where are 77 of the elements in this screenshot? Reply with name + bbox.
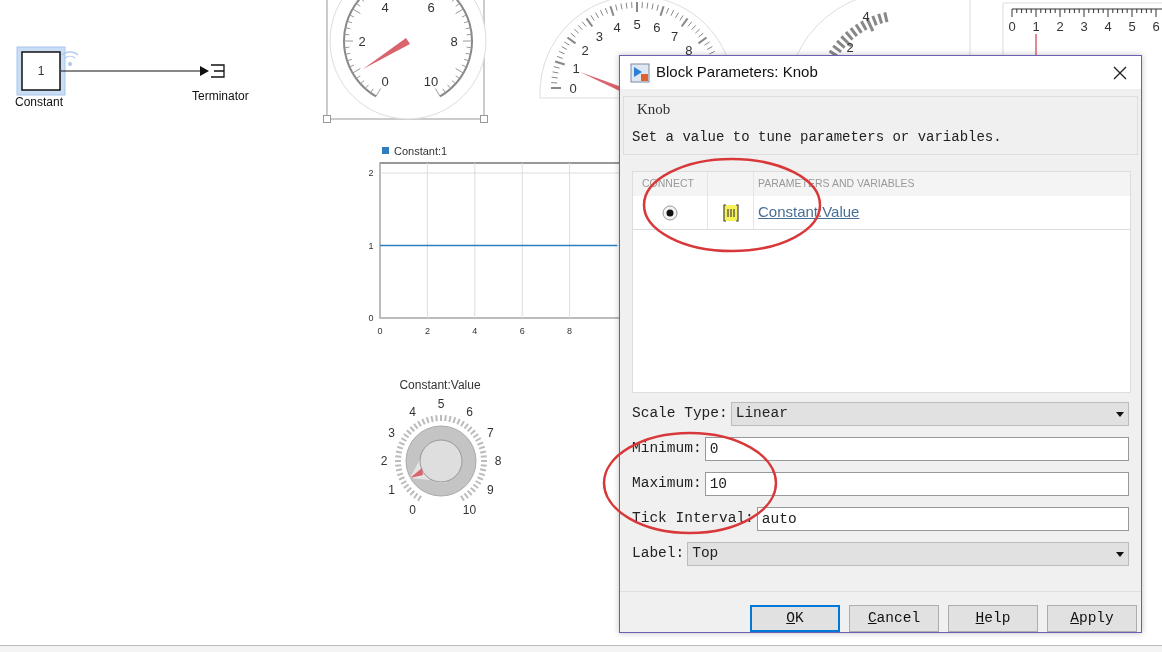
- legend-label: Constant:1: [394, 145, 448, 157]
- gauge-label: 2: [581, 43, 589, 59]
- axis-tick-label: 2: [368, 168, 374, 178]
- block-value: 1: [37, 64, 45, 78]
- gauge-label: 4: [381, 0, 389, 15]
- field-label: Maximum:: [632, 474, 702, 494]
- axis-tick-label: 8: [567, 326, 573, 336]
- gauge-label: 4: [862, 9, 870, 24]
- block-label: Terminator: [192, 88, 249, 105]
- gauge-label: 6: [1152, 19, 1160, 34]
- knob-label: 10: [462, 503, 477, 518]
- field-label: Scale Type:: [632, 404, 728, 424]
- knob-label: 2: [380, 454, 388, 468]
- knob-label: 3: [388, 425, 395, 440]
- field-label: Tick Interval:: [632, 509, 754, 529]
- input-field[interactable]: 10: [704, 472, 1129, 496]
- axis-tick-label: 2: [424, 326, 430, 336]
- gauge-label: 4: [1104, 19, 1112, 34]
- legend-swatch: [382, 147, 389, 154]
- gauge-label: 7: [671, 29, 679, 45]
- knob-label: 0: [409, 503, 416, 518]
- gauge-label: 0: [569, 81, 577, 96]
- terminator-block[interactable]: [210, 64, 225, 78]
- gauge-needle: [1035, 33, 1037, 57]
- gauge-label: 10: [423, 73, 439, 89]
- knob-label: 5: [437, 397, 445, 411]
- dropdown-arrow-icon: [1116, 411, 1124, 417]
- group-label: Knob: [636, 100, 671, 120]
- dialog-button[interactable]: Apply: [1047, 605, 1137, 632]
- gauge-label: 0: [381, 73, 389, 89]
- field-label: Minimum:: [632, 439, 702, 459]
- block-label: Constant: [15, 94, 64, 111]
- input-field[interactable]: auto: [756, 507, 1129, 531]
- input-field[interactable]: 0: [704, 437, 1129, 461]
- constant-block[interactable]: [16, 46, 66, 96]
- gauge-label: 3: [1080, 19, 1088, 34]
- knob-label: 7: [487, 425, 494, 440]
- axis-tick-label: 6: [519, 326, 525, 336]
- gauge-label: 8: [450, 34, 458, 49]
- gauge-label: 2: [1056, 19, 1064, 34]
- gauge-label: 2: [358, 34, 366, 49]
- axis-tick-label: 0: [377, 326, 383, 336]
- dropdown-arrow-icon: [1116, 551, 1124, 557]
- dropdown[interactable]: Top: [687, 542, 1129, 566]
- signal-icon: [61, 51, 79, 66]
- gauge-label: 2: [846, 40, 854, 55]
- block-icon: [630, 62, 650, 83]
- radio-button[interactable]: [662, 204, 678, 221]
- gauge-label: 1: [572, 61, 580, 77]
- gauge-label: 5: [1128, 19, 1136, 34]
- gauge-label: 8: [685, 43, 693, 59]
- gauge-label: 5: [633, 17, 641, 32]
- dialog-button[interactable]: OK: [750, 605, 840, 632]
- gauge-label: 3: [595, 29, 603, 45]
- knob-label: 8: [494, 454, 502, 468]
- dropdown[interactable]: Linear: [730, 402, 1129, 426]
- close-icon[interactable]: [1113, 65, 1127, 80]
- gauge-needle: [363, 38, 410, 69]
- parameter-icon: [721, 202, 740, 223]
- dialog-button[interactable]: Help: [948, 605, 1038, 632]
- gauge-label: 4: [613, 20, 621, 36]
- knob-label: 4: [409, 404, 416, 419]
- gauge-label: 6: [653, 20, 661, 36]
- dialog-title: Block Parameters: Knob: [656, 62, 818, 83]
- field-label: Label:: [632, 544, 685, 564]
- axis-tick-label: 0: [368, 313, 374, 323]
- axis-tick-label: 4: [472, 326, 478, 336]
- knob-label: 9: [487, 482, 494, 497]
- knob-label: 1: [388, 482, 395, 497]
- gauge-label: 1: [1032, 19, 1040, 34]
- description-text: Set a value to tune parameters or variables.: [632, 128, 1003, 148]
- axis-tick-label: 1: [368, 240, 374, 251]
- dialog-button[interactable]: Cancel: [849, 605, 939, 632]
- knob-title: Constant:Value: [399, 378, 481, 392]
- knob-label: 6: [466, 404, 473, 419]
- gauge-label: 6: [427, 0, 435, 15]
- gauge-label: 0: [1008, 19, 1016, 34]
